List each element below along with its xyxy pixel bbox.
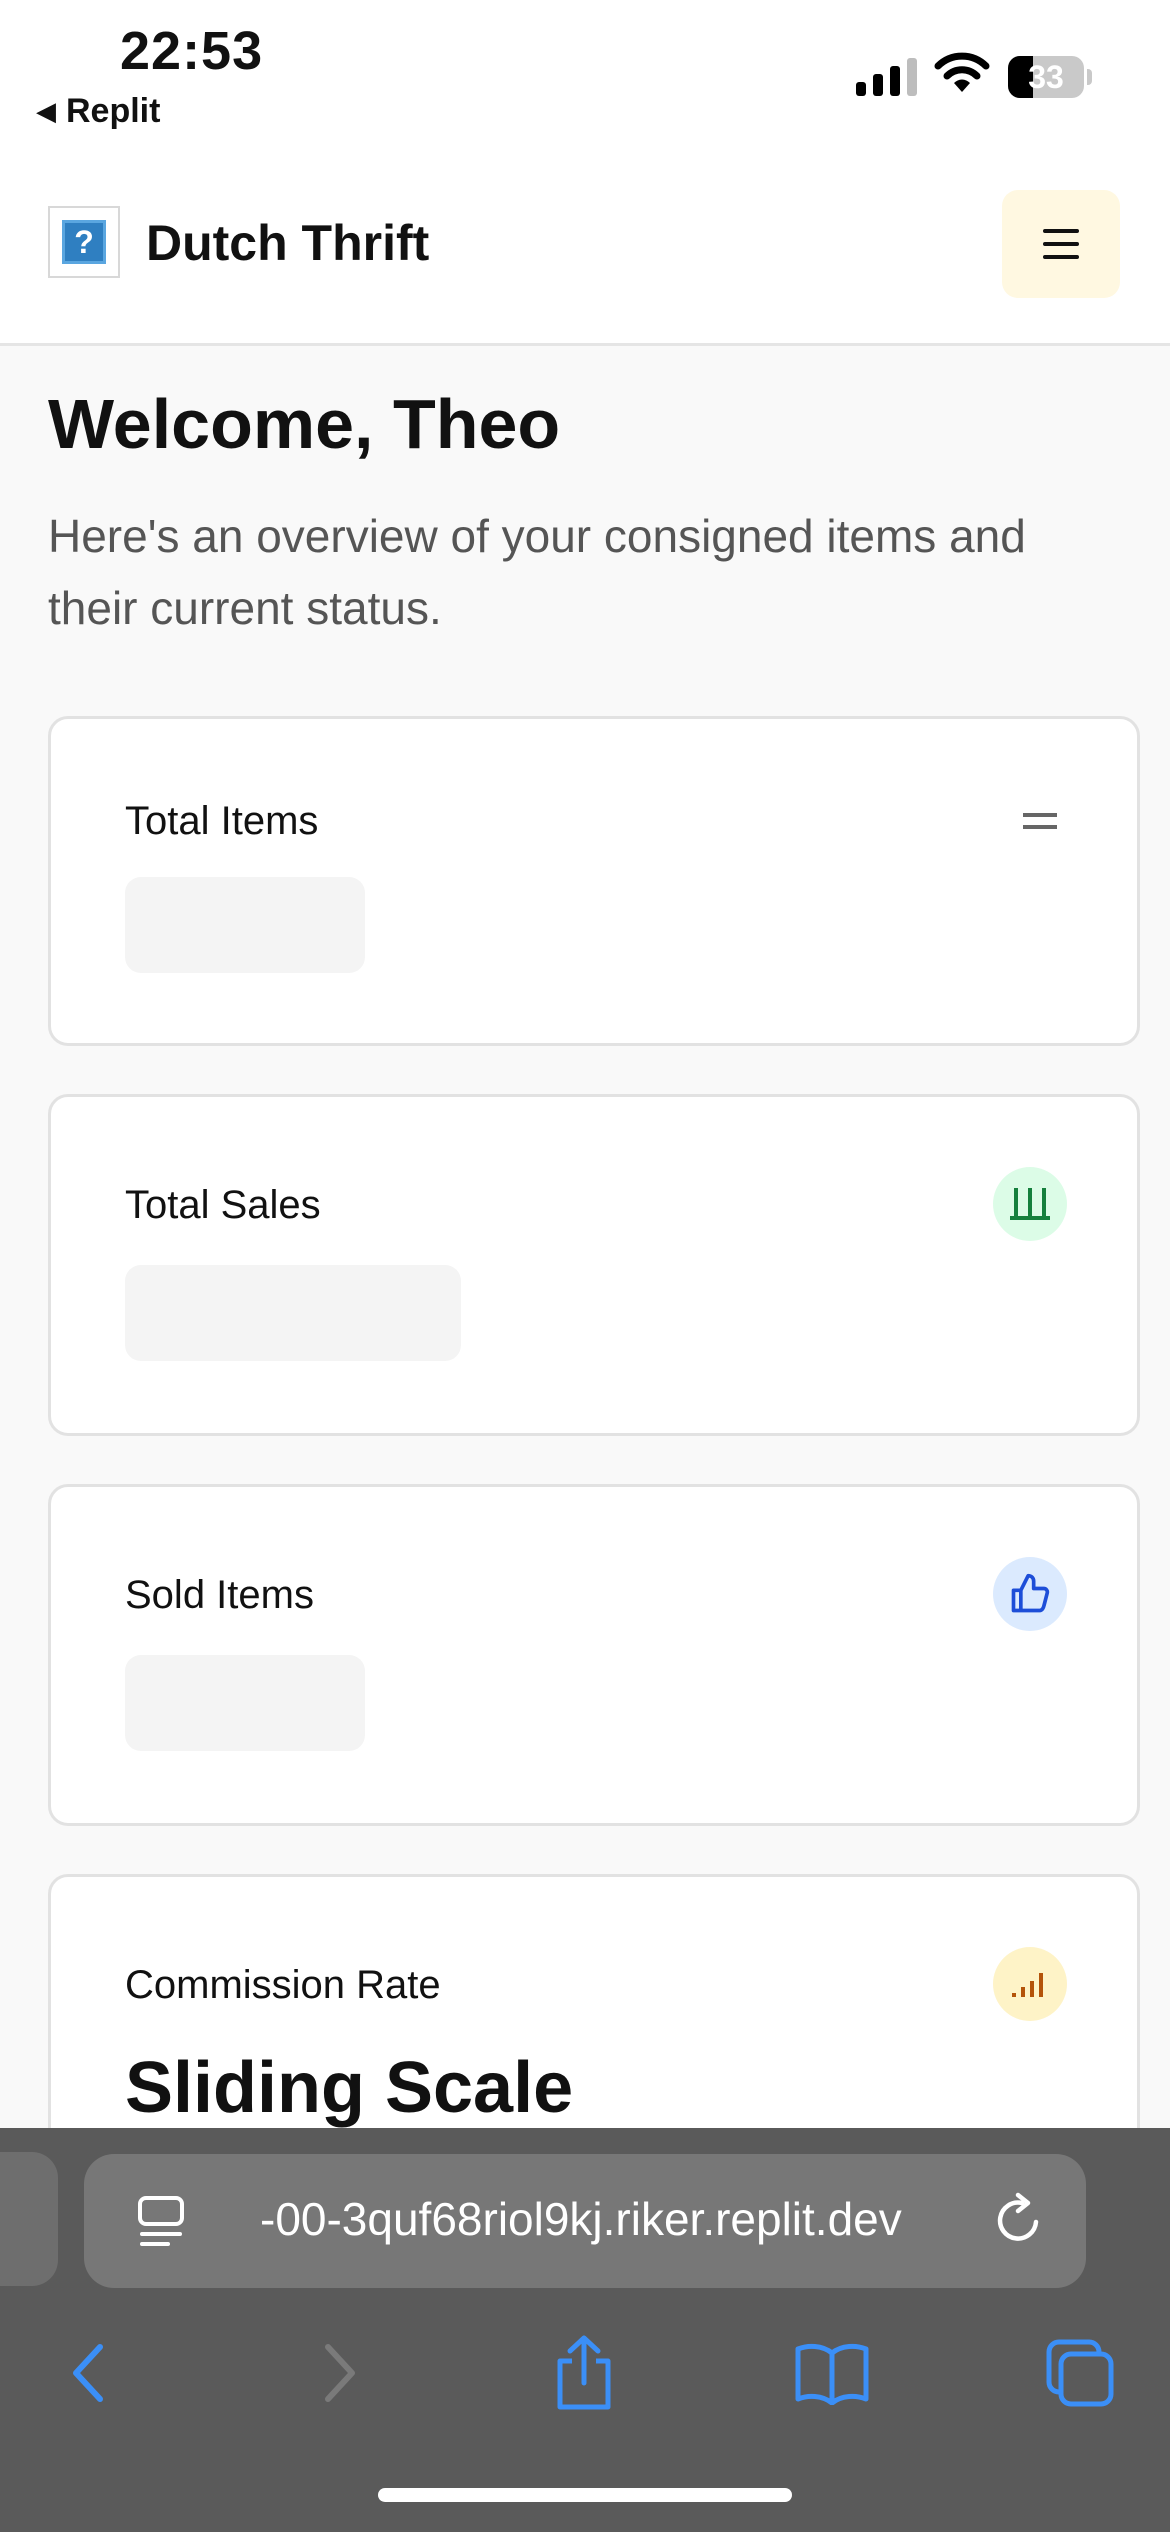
- share-button[interactable]: [534, 2318, 634, 2428]
- sales-icon-badge: [993, 1167, 1067, 1241]
- menu-line: [1043, 255, 1079, 259]
- card-label: Commission Rate: [125, 1963, 441, 2007]
- thumbs-up-icon: [1011, 1573, 1050, 1613]
- menu-line: [1043, 229, 1079, 233]
- hamburger-menu-button[interactable]: [1002, 190, 1120, 298]
- card-label: Total Sales: [125, 1183, 321, 1227]
- stat-card-total-sales: Total Sales: [48, 1094, 1140, 1436]
- back-chevron-icon: [73, 2344, 103, 2402]
- wifi-icon: [934, 52, 990, 92]
- forward-chevron-icon: [325, 2344, 355, 2402]
- battery-icon: 33: [1008, 56, 1084, 98]
- share-icon: [557, 2335, 611, 2410]
- tabs-icon: [1046, 2339, 1114, 2407]
- battery-percent: 33: [1028, 58, 1064, 95]
- broken-image-icon: ?: [62, 220, 106, 264]
- tabs-button[interactable]: [1030, 2318, 1130, 2428]
- app-header: ? Dutch Thrift: [0, 170, 1170, 346]
- card-label: Sold Items: [125, 1573, 314, 1617]
- equals-icon: [1023, 813, 1057, 829]
- back-to-app-link[interactable]: ◀ Replit: [36, 92, 160, 131]
- page-menu-icon[interactable]: [136, 2194, 186, 2248]
- bars-icon: [1010, 1188, 1050, 1220]
- browser-nav-row: [0, 2318, 1170, 2438]
- reload-icon[interactable]: [992, 2192, 1046, 2248]
- home-indicator[interactable]: [378, 2488, 792, 2502]
- brand-name[interactable]: Dutch Thrift: [146, 214, 429, 272]
- page-title: Welcome, Theo: [48, 385, 561, 463]
- browser-toolbar: -00-3quf68riol9kj.riker.replit.dev: [0, 2128, 1170, 2532]
- address-bar[interactable]: -00-3quf68riol9kj.riker.replit.dev: [84, 2154, 1086, 2288]
- back-button[interactable]: [38, 2318, 138, 2428]
- battery-tip: [1087, 69, 1092, 85]
- stat-card-total-items: Total Items: [48, 716, 1140, 1046]
- url-text[interactable]: -00-3quf68riol9kj.riker.replit.dev: [260, 2192, 902, 2246]
- previous-tab-preview[interactable]: [0, 2152, 58, 2286]
- card-value: Sliding Scale: [125, 2048, 574, 2128]
- logo-image[interactable]: ?: [48, 206, 120, 278]
- status-time: 22:53: [120, 21, 264, 81]
- menu-line: [1043, 242, 1079, 246]
- commission-icon-badge: [993, 1947, 1067, 2021]
- page-intro: Here's an overview of your consigned ite…: [48, 510, 1026, 634]
- forward-button[interactable]: [290, 2318, 390, 2428]
- status-bar: 22:53 ◀ Replit 33: [0, 0, 1170, 170]
- value-skeleton: [125, 1265, 461, 1361]
- sold-icon-badge: [993, 1557, 1067, 1631]
- value-skeleton: [125, 1655, 365, 1751]
- stat-card-sold-items: Sold Items: [48, 1484, 1140, 1826]
- back-app-label: Replit: [66, 92, 161, 130]
- book-icon: [795, 2343, 869, 2405]
- cellular-signal-icon: [856, 54, 917, 96]
- bookmarks-button[interactable]: [782, 2318, 882, 2428]
- value-skeleton: [125, 877, 365, 973]
- signal-icon: [1012, 1973, 1043, 1997]
- back-triangle-icon: ◀: [36, 96, 56, 126]
- card-label: Total Items: [125, 799, 319, 843]
